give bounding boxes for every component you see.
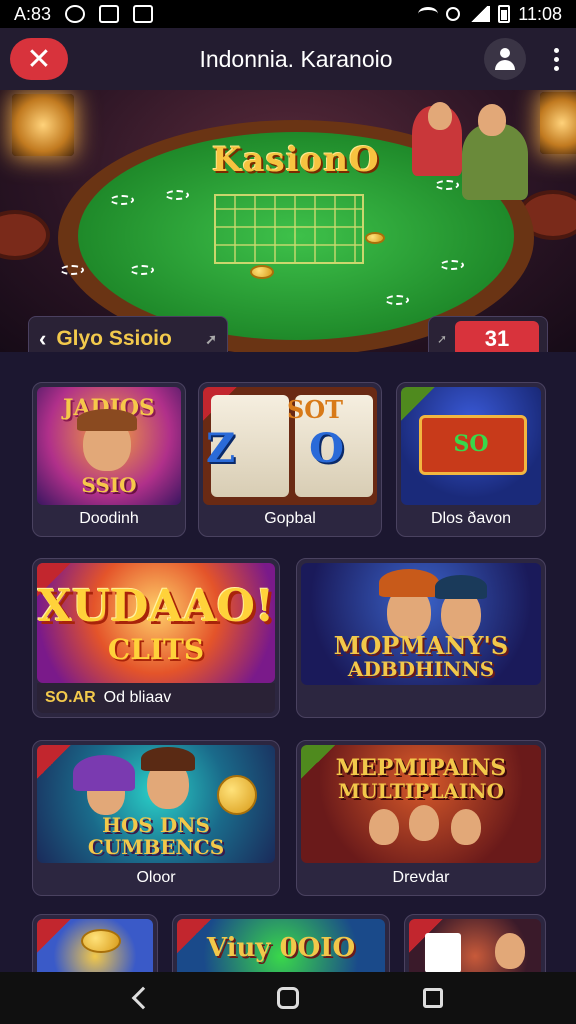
game-title: [297, 683, 545, 717]
game-thumbnail: XUDAAO! CLITS: [37, 563, 275, 683]
more-options-button[interactable]: [546, 47, 566, 71]
game-title: Gopbal: [264, 510, 316, 527]
wifi-icon: [418, 7, 439, 21]
nav-recents-button[interactable]: [413, 978, 453, 1018]
game-card[interactable]: HOS DNS CUMBENCS Oloor: [32, 740, 280, 896]
thumbnail-text: MOPMANY'S: [333, 631, 509, 660]
coin-icon: [217, 775, 257, 815]
thumbnail-text: SO: [453, 431, 489, 457]
chip: [110, 195, 134, 205]
playing-card: [425, 933, 461, 973]
counter-box[interactable]: ➚ 31: [428, 316, 548, 352]
clock: 11:08: [518, 3, 562, 24]
character-hair: [141, 747, 195, 771]
game-card[interactable]: JADIOS SSIO Doodinh: [32, 382, 186, 537]
game-thumbnail: JADIOS SSIO: [37, 387, 181, 505]
chip: [130, 265, 154, 275]
alarm-icon: [446, 7, 461, 21]
thumbnail-subtext: MULTIPLAINO: [338, 779, 504, 803]
app-notification-icon: [133, 5, 154, 23]
thumbnail-text: Viuy 0OIO: [206, 933, 356, 963]
game-thumbnail: HOS DNS CUMBENCS: [37, 745, 275, 863]
recents-icon: [423, 988, 444, 1008]
thumbnail-text: SOT: [286, 395, 344, 424]
game-search-field[interactable]: ‹ Glyo Ssioio ➚: [28, 316, 228, 352]
game-info-bar: SO.AR Od bliaav: [37, 683, 275, 713]
image-icon: [99, 5, 120, 23]
user-icon: [494, 48, 516, 70]
game-thumbnail: SOT Z O: [203, 387, 377, 505]
game-thumbnail: MOPMANY'S ADBDHINNS: [301, 563, 541, 685]
hot-flag-icon: [37, 919, 71, 953]
profile-button[interactable]: [484, 38, 526, 80]
close-icon: ✕: [26, 42, 52, 76]
game-card[interactable]: MEPMIPAINS MULTIPLAINO Drevdar: [296, 740, 546, 896]
battery-icon: [498, 5, 511, 23]
thumbnail-subtext: CLITS: [107, 633, 205, 666]
coin: [250, 265, 274, 279]
hot-flag-icon: [37, 745, 71, 779]
signal-icon: [468, 6, 491, 22]
thumbnail-subtext: SSIO: [81, 473, 137, 497]
game-title: Dlos ðavon: [430, 510, 512, 527]
game-card[interactable]: XUDAAO! CLITS SO.AR Od bliaav: [32, 558, 280, 718]
home-icon: [276, 987, 299, 1009]
chip: [60, 265, 84, 275]
counter-badge: 31: [455, 321, 539, 352]
thumbnail-subtext: ADBDHINNS: [347, 657, 495, 681]
roulette-layout: [214, 194, 364, 264]
coin: [365, 232, 385, 244]
arrow-icon: ➚: [437, 332, 448, 346]
character-hair: [73, 755, 135, 791]
chevron-left-icon: ‹: [39, 326, 47, 351]
game-title: Drevdar: [392, 869, 450, 886]
game-card[interactable]: SO Dlos ðavon: [396, 382, 546, 537]
game-card[interactable]: MOPMANY'S ADBDHINNS: [296, 558, 546, 718]
nav-home-button[interactable]: [268, 978, 308, 1018]
hero-banner[interactable]: KasionO ‹ Glyo Ssioio ➚ ➚ 31: [0, 90, 576, 352]
wall-lamp-right: [540, 92, 576, 154]
hero-title: KasionO: [212, 140, 380, 180]
character-face: [451, 809, 481, 845]
player-face: [478, 104, 506, 136]
system-nav-bar: [0, 972, 576, 1024]
character-face: [495, 933, 525, 969]
character-hair: [77, 409, 137, 431]
nav-back-button[interactable]: [123, 978, 163, 1018]
side-table-left: [0, 210, 50, 260]
app-header: ✕ Indonnia. Karanoio: [0, 28, 576, 90]
game-card[interactable]: SOT Z O Gopbal: [198, 382, 382, 537]
chip: [165, 190, 189, 200]
character-face: [409, 805, 439, 841]
character-face: [369, 809, 399, 845]
wall-lamp-left: [12, 94, 74, 156]
thumbnail-text: HOS DNS: [102, 813, 210, 837]
close-button[interactable]: ✕: [10, 38, 68, 80]
status-bar: A:83 11:08: [0, 0, 576, 28]
game-title: Doodinh: [79, 510, 139, 527]
thumbnail-text: MEPMIPAINS: [335, 755, 507, 781]
player-face: [428, 102, 452, 130]
game-tag: SO.AR: [45, 689, 96, 706]
back-icon: [131, 986, 154, 1010]
thumbnail-text: XUDAAO!: [37, 581, 275, 632]
character-hair: [435, 575, 487, 599]
game-thumbnail: MEPMIPAINS MULTIPLAINO: [301, 745, 541, 863]
search-label: Glyo Ssioio: [56, 327, 172, 350]
chip: [385, 295, 409, 305]
thumbnail-subtext: CUMBENCS: [87, 835, 225, 859]
clock-left: A:83: [14, 3, 52, 24]
game-title: Od bliaav: [103, 689, 172, 706]
game-thumbnail: SO: [401, 387, 541, 505]
arrow-icon: ➚: [205, 330, 217, 347]
chip: [440, 260, 464, 270]
chip: [435, 180, 459, 190]
game-title: Oloor: [136, 869, 176, 886]
thumbnail-subtext: Z O: [206, 425, 374, 472]
page-title: Indonnia. Karanoio: [199, 45, 393, 72]
character-hair: [379, 569, 439, 597]
coin-icon: [81, 929, 121, 953]
notification-icon: [65, 5, 86, 23]
